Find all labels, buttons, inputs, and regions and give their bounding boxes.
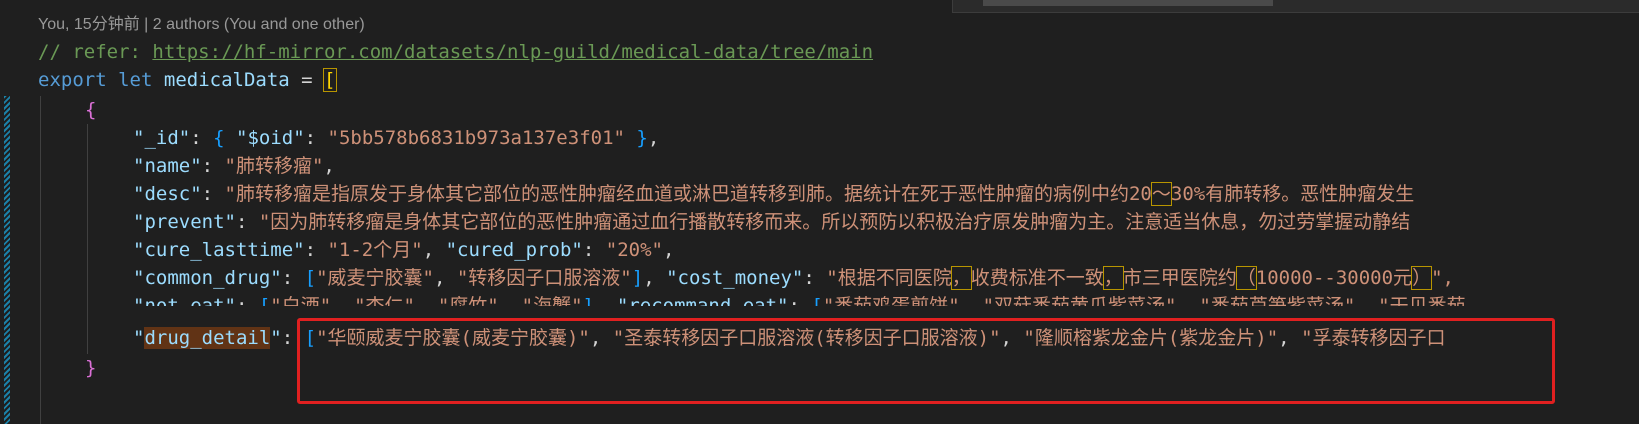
indent-guide bbox=[40, 96, 41, 424]
value-cure-lasttime: "1-2个月" bbox=[327, 239, 423, 261]
value-oid: "5bb578b6831b973a137e3f01" bbox=[327, 127, 625, 149]
editor-scrollbar[interactable] bbox=[952, 0, 1639, 13]
value-desc-rest: 30%有肺转移。恶性肿瘤发生 bbox=[1170, 183, 1415, 205]
key-drug-detail-selected[interactable]: drug_detail bbox=[144, 327, 271, 349]
equals: = bbox=[289, 69, 325, 91]
key-name: "name" bbox=[133, 155, 202, 177]
inner-open-brace: { bbox=[213, 127, 225, 149]
rec-item: "干贝番茄 bbox=[1378, 295, 1466, 306]
not-eat-item: "海蟹" bbox=[521, 295, 583, 306]
key-desc: "desc" bbox=[133, 183, 202, 205]
code-line-2[interactable]: export let medicalData = [ bbox=[38, 66, 337, 94]
code-line-3[interactable]: { bbox=[85, 96, 96, 124]
key-prevent: "prevent" bbox=[133, 211, 236, 233]
rec-item: "双菇番茄黄瓜紫菜汤" bbox=[982, 295, 1177, 306]
array-open: [ bbox=[258, 295, 271, 306]
quote: " bbox=[270, 327, 282, 349]
drug-item: "转移因子口服溶液" bbox=[456, 267, 632, 289]
not-eat-item: "杏仁" bbox=[354, 295, 415, 306]
value-desc: "肺转移瘤是指原发于身体其它部位的恶性肿瘤经血道或淋巴道转移到肺。据统计在死于恶… bbox=[224, 183, 1152, 205]
array-close: ] bbox=[582, 295, 594, 306]
comment-prefix: // refer: bbox=[38, 41, 153, 63]
code-line-12[interactable]: } bbox=[85, 354, 96, 382]
code-line-8[interactable]: "cure_lasttime": "1-2个月", "cured_prob": … bbox=[133, 236, 674, 264]
comment-link[interactable]: https://hf-mirror.com/datasets/nlp-guild… bbox=[152, 41, 873, 63]
value-cost-part: ", bbox=[1431, 267, 1454, 289]
rec-item: "番茄鸡蛋煎饼" bbox=[822, 295, 960, 306]
key-recommand-eat: "recommand_eat" bbox=[616, 295, 789, 306]
not-eat-item: "白酒" bbox=[270, 295, 332, 306]
close-brace: } bbox=[85, 357, 97, 379]
value-cost-part: 10000--30000元 bbox=[1255, 267, 1413, 289]
key-id: "_id" bbox=[133, 127, 191, 149]
indent-guide bbox=[87, 124, 88, 354]
code-line-5[interactable]: "name": "肺转移瘤", bbox=[133, 152, 335, 180]
open-brace: { bbox=[85, 99, 97, 121]
array-open: [ bbox=[811, 295, 823, 306]
value-cost-part: "根据不同医院 bbox=[826, 267, 952, 289]
code-line-6[interactable]: "desc": "肺转移瘤是指原发于身体其它部位的恶性肿瘤经血道或淋巴道转移到肺… bbox=[133, 180, 1414, 208]
variable-name: medicalData bbox=[163, 69, 290, 91]
rec-item: "番茄芦笋紫菜汤" bbox=[1199, 295, 1356, 306]
value-prevent: "因为肺转移瘤是身体其它部位的恶性肿瘤通过血行播散转移而来。所以预防以积极治疗原… bbox=[258, 211, 1411, 233]
annotation-highlight-box bbox=[297, 318, 1555, 404]
unusual-char-comma: ， bbox=[950, 266, 972, 290]
quote: " bbox=[133, 327, 145, 349]
not-eat-item: "腐竹" bbox=[437, 295, 499, 306]
unusual-char-tilde: ～ bbox=[1150, 182, 1172, 206]
open-bracket: [ bbox=[323, 68, 337, 92]
unusual-char-paren: （ bbox=[1235, 266, 1257, 290]
array-open: [ bbox=[304, 267, 317, 289]
value-cost-part: 收费标准不一致 bbox=[970, 267, 1104, 289]
unusual-char-comma: ， bbox=[1102, 266, 1124, 290]
export-keyword: export bbox=[38, 69, 107, 91]
let-keyword: let bbox=[118, 69, 153, 91]
value-name: "肺转移瘤" bbox=[224, 155, 324, 177]
code-editor[interactable]: You, 15分钟前 | 2 authors (You and one othe… bbox=[0, 0, 1639, 424]
inner-close-brace: } bbox=[636, 127, 648, 149]
code-line-4[interactable]: "_id": { "$oid": "5bb578b6831b973a137e3f… bbox=[133, 124, 659, 152]
scrollbar-thumb[interactable] bbox=[983, 0, 1273, 6]
drug-item: "威麦宁胶囊" bbox=[316, 267, 434, 289]
key-common-drug: "common_drug" bbox=[133, 267, 282, 289]
code-line-10[interactable]: "not_eat": ["白酒", "杏仁", "腐竹", "海蟹"], "re… bbox=[133, 292, 1466, 306]
code-line-9[interactable]: "common_drug": ["威麦宁胶囊", "转移因子口服溶液"], "c… bbox=[133, 264, 1454, 292]
array-close: ] bbox=[631, 267, 644, 289]
code-line-7[interactable]: "prevent": "因为肺转移瘤是身体其它部位的恶性肿瘤通过血行播散转移而来… bbox=[133, 208, 1410, 236]
key-oid: "$oid" bbox=[236, 127, 305, 149]
codelens-blame[interactable]: You, 15分钟前 | 2 authors (You and one othe… bbox=[38, 12, 365, 38]
code-line-1[interactable]: // refer: https://hf-mirror.com/datasets… bbox=[38, 38, 873, 66]
key-cured-prob: "cured_prob" bbox=[445, 239, 583, 261]
key-not-eat: "not_eat" bbox=[133, 295, 236, 306]
value-cured-prob: "20%" bbox=[605, 239, 663, 261]
key-cure-lasttime: "cure_lasttime" bbox=[133, 239, 305, 261]
value-cost-part: 市三甲医院约 bbox=[1122, 267, 1237, 289]
git-change-gutter-marker[interactable] bbox=[4, 96, 10, 424]
unusual-char-paren: ） bbox=[1411, 266, 1433, 290]
key-cost-money: "cost_money" bbox=[666, 267, 804, 289]
